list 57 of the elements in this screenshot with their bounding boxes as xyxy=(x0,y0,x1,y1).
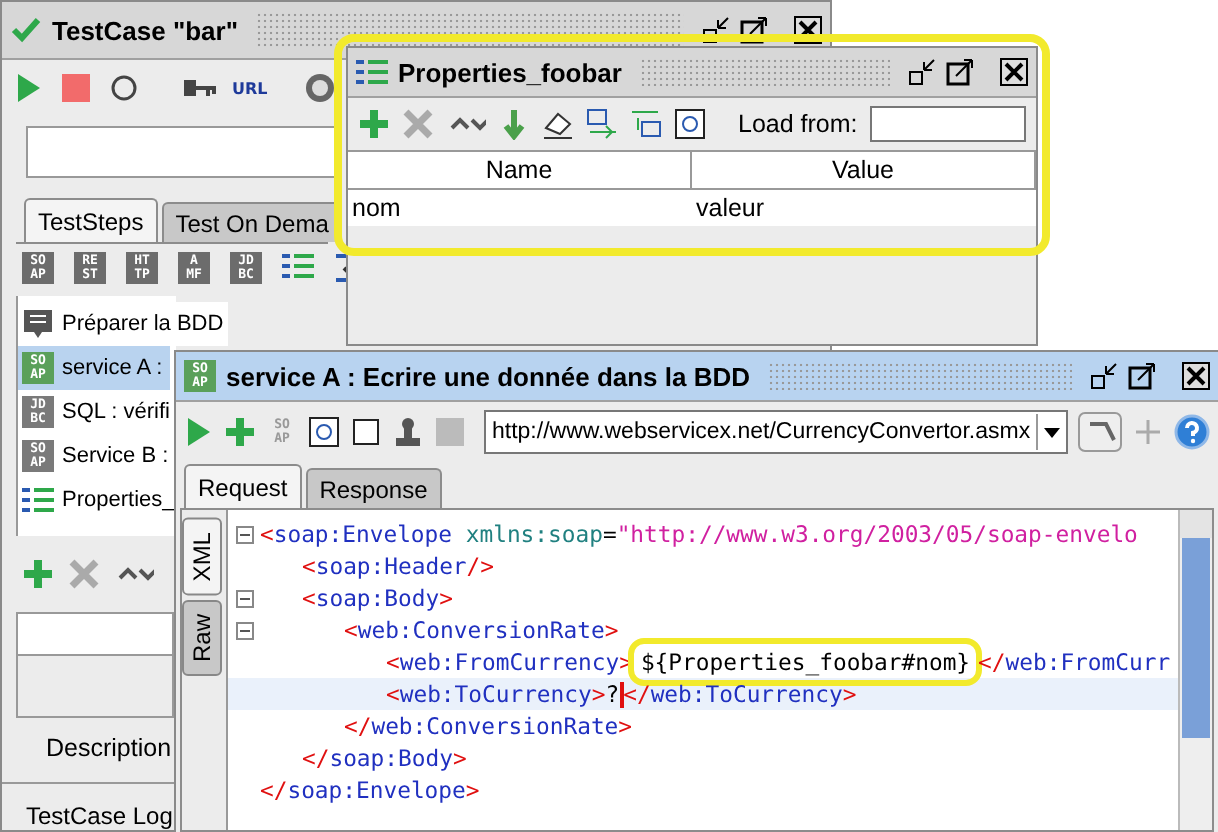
properties-icon xyxy=(22,486,54,514)
window-title: TestCase "bar" xyxy=(52,15,239,45)
description-label: Description xyxy=(46,734,172,762)
code-line: <web:ConversionRate> xyxy=(344,614,619,646)
close-icon[interactable] xyxy=(1000,58,1028,86)
move-down-icon[interactable] xyxy=(586,108,618,140)
window-title: Properties_foobar xyxy=(398,57,622,87)
close-icon[interactable] xyxy=(1182,362,1210,390)
code-line: <soap:Header/> xyxy=(302,550,495,582)
url-button[interactable]: URL xyxy=(232,79,268,97)
tab[interactable]: TestSteps xyxy=(24,198,158,242)
side-tab[interactable]: Raw xyxy=(182,599,222,676)
maximize-icon[interactable] xyxy=(946,58,974,86)
load-from-label: Load from: xyxy=(738,110,858,138)
log-label[interactable]: TestCase Log xyxy=(26,802,173,830)
side-tab[interactable]: XML xyxy=(182,518,222,596)
code-line: </web:ConversionRate> xyxy=(344,710,633,742)
code-line: </soap:Envelope> xyxy=(260,774,480,806)
add-icon[interactable] xyxy=(22,558,54,590)
list-icon xyxy=(356,58,388,86)
maximize-icon[interactable] xyxy=(740,16,768,44)
move-up-icon[interactable] xyxy=(630,108,662,140)
check-icon xyxy=(10,16,42,44)
play-icon[interactable] xyxy=(182,415,214,447)
stamp-icon[interactable] xyxy=(392,415,424,447)
step-item[interactable]: Préparer la BDD xyxy=(18,302,228,346)
fold-icon[interactable] xyxy=(235,525,253,543)
window-title: service A : Ecrire une donnée dans la BDD xyxy=(226,361,751,391)
fold-icon[interactable] xyxy=(235,589,253,607)
minimize-icon[interactable] xyxy=(1090,362,1118,390)
tab[interactable]: Response xyxy=(305,468,442,508)
endpoint-combo[interactable]: http://www.webservicex.net/CurrencyConvertor.asmx xyxy=(484,409,1069,453)
tab[interactable]: Request xyxy=(184,464,302,508)
down-arrow-icon[interactable] xyxy=(498,108,530,140)
help-icon[interactable] xyxy=(1174,413,1211,449)
eraser-icon[interactable] xyxy=(542,108,574,140)
minimize-icon[interactable] xyxy=(908,58,936,86)
text-caret xyxy=(619,682,624,709)
stop-icon[interactable] xyxy=(60,72,92,104)
play-icon[interactable] xyxy=(12,72,44,104)
grip-pattern[interactable] xyxy=(768,362,1072,390)
code-line: <soap:Body> xyxy=(302,582,453,614)
code-line: <web:ToCurrency>? </web:ToCurrency> xyxy=(386,678,857,710)
fold-icon[interactable] xyxy=(235,621,253,639)
load-from-field[interactable] xyxy=(869,106,1026,142)
scrollbar[interactable] xyxy=(1178,510,1212,830)
minimize-icon[interactable] xyxy=(702,16,730,44)
code-line: <soap:Envelope xmlns:soap="http://www.w3.org/2003/05/soap-envelo xyxy=(260,518,1138,550)
properties-step-icon xyxy=(282,252,314,280)
note-icon xyxy=(22,308,54,340)
column-header[interactable]: Value xyxy=(692,152,1036,190)
add-icon[interactable] xyxy=(224,415,256,447)
maximize-icon[interactable] xyxy=(1128,362,1156,390)
code-line: </soap:Body> xyxy=(302,742,467,774)
column-header[interactable]: Name xyxy=(348,152,692,190)
add-icon[interactable] xyxy=(358,108,390,140)
checkbox-icon[interactable] xyxy=(350,415,382,447)
